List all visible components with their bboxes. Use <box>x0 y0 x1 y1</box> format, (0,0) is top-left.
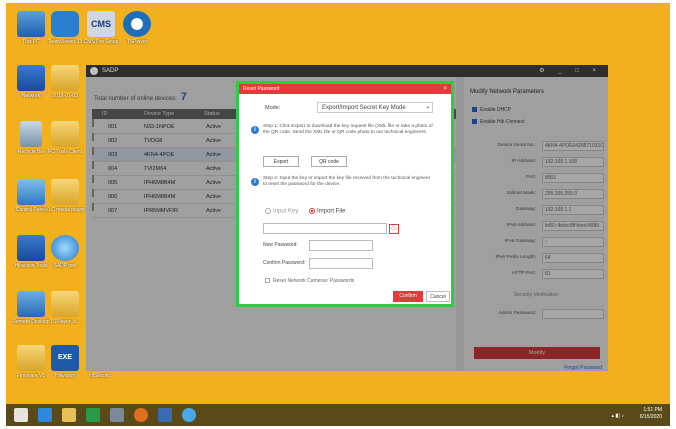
control-panel-icon <box>17 179 45 205</box>
start-windows-icon[interactable] <box>14 408 28 422</box>
desktop-icon-tsplayer-s[interactable]: TSPlayer_s... <box>42 291 88 325</box>
reset-password-dialog: Reset Password × Mode: Export/Import Sec… <box>236 81 454 307</box>
import-file-radio[interactable]: Import File <box>309 208 345 215</box>
folder-icon <box>51 65 79 91</box>
tools-icon <box>17 235 45 261</box>
sadp-title: SADP <box>102 68 119 74</box>
close-icon[interactable]: × <box>443 84 447 94</box>
fan-icon <box>123 11 151 37</box>
recycle-bin-icon <box>20 121 42 147</box>
export-button[interactable]: Export <box>263 156 299 167</box>
globe-icon <box>51 235 79 261</box>
clock-time: 1:51 PM <box>643 407 662 413</box>
radio-icon <box>309 208 315 214</box>
file-explorer-icon[interactable] <box>62 408 76 422</box>
sadp-logo-icon <box>90 67 98 75</box>
key-file-path-input[interactable] <box>263 223 387 234</box>
confirm-button[interactable]: Confirm <box>393 291 423 302</box>
confirm-password-label: Confirm Password: <box>263 260 306 266</box>
folder-icon <box>51 121 79 147</box>
qr-code-button[interactable]: QR code <box>311 156 347 167</box>
desktop-icon-vlc[interactable]: VLC media player <box>42 179 88 213</box>
new-password-input[interactable] <box>309 240 373 251</box>
radio-icon <box>265 208 271 214</box>
folder-icon <box>51 291 79 317</box>
exe-icon: EXE <box>51 345 79 371</box>
clock-date: 6/15/2020 <box>639 414 662 420</box>
computer-icon <box>17 11 45 37</box>
cms-icon: CMS <box>87 11 115 37</box>
desktop-icon-tsplayer[interactable]: TSPlayer <box>114 11 160 45</box>
desktop-icon-pc-tools[interactable]: PC Tools Client <box>42 121 88 155</box>
dialog-titlebar: Reset Password × <box>239 84 451 94</box>
sadp-taskbar-icon[interactable] <box>182 408 196 422</box>
cancel-button[interactable]: Cancel <box>426 291 450 302</box>
confirm-password-input[interactable] <box>309 258 373 269</box>
step2-text: Step 2: Input the key or import the key … <box>263 176 431 187</box>
desktop: This PC Network Recycle Bin Control Pane… <box>6 3 670 426</box>
folder-icon <box>51 179 79 205</box>
network-icon <box>17 65 45 91</box>
app-icon[interactable] <box>158 408 172 422</box>
input-key-radio[interactable]: Input Key <box>265 208 298 215</box>
sadp-titlebar: SADP ⚙ _ □ × <box>86 65 608 77</box>
internet-explorer-icon[interactable] <box>38 408 52 422</box>
reset-cameras-checkbox[interactable]: Reset Network Cameras' Passwords <box>265 278 354 284</box>
browse-file-button[interactable]: ▭ <box>389 224 399 234</box>
step1-text: Step 1: Click Export to download the key… <box>263 124 433 135</box>
info-icon: i <box>251 178 259 186</box>
chevron-down-icon: ▾ <box>426 105 429 111</box>
info-icon: i <box>251 126 259 134</box>
checkbox-icon <box>265 278 270 284</box>
store-icon[interactable] <box>86 408 100 422</box>
remote-desktop-icon <box>17 291 45 317</box>
clock[interactable]: 1:51 PM 6/15/2020 <box>640 407 662 421</box>
desktop-icon-sadp[interactable]: SADP tool <box>42 235 88 269</box>
system-tray-icons[interactable]: ▴ ◧ ♪ <box>611 413 624 419</box>
dialog-title: Reset Password <box>243 86 280 92</box>
folder-icon <box>17 345 45 371</box>
folder-icon: ▭ <box>391 226 397 232</box>
firefox-icon[interactable] <box>134 408 148 422</box>
mode-select[interactable]: Export/Import Secret Key Mode ▾ <box>317 102 433 113</box>
window-controls[interactable]: ⚙ _ □ × <box>539 65 602 77</box>
mode-label: Mode: <box>265 105 281 111</box>
new-password-label: New Password: <box>263 242 298 248</box>
teamviewer-icon <box>51 11 79 37</box>
taskbar: ▴ ◧ ♪ 1:51 PM 6/15/2020 <box>6 404 670 426</box>
app-icon[interactable] <box>110 408 124 422</box>
desktop-icon-folder-date[interactable]: 2018-01-03 <box>42 65 88 99</box>
